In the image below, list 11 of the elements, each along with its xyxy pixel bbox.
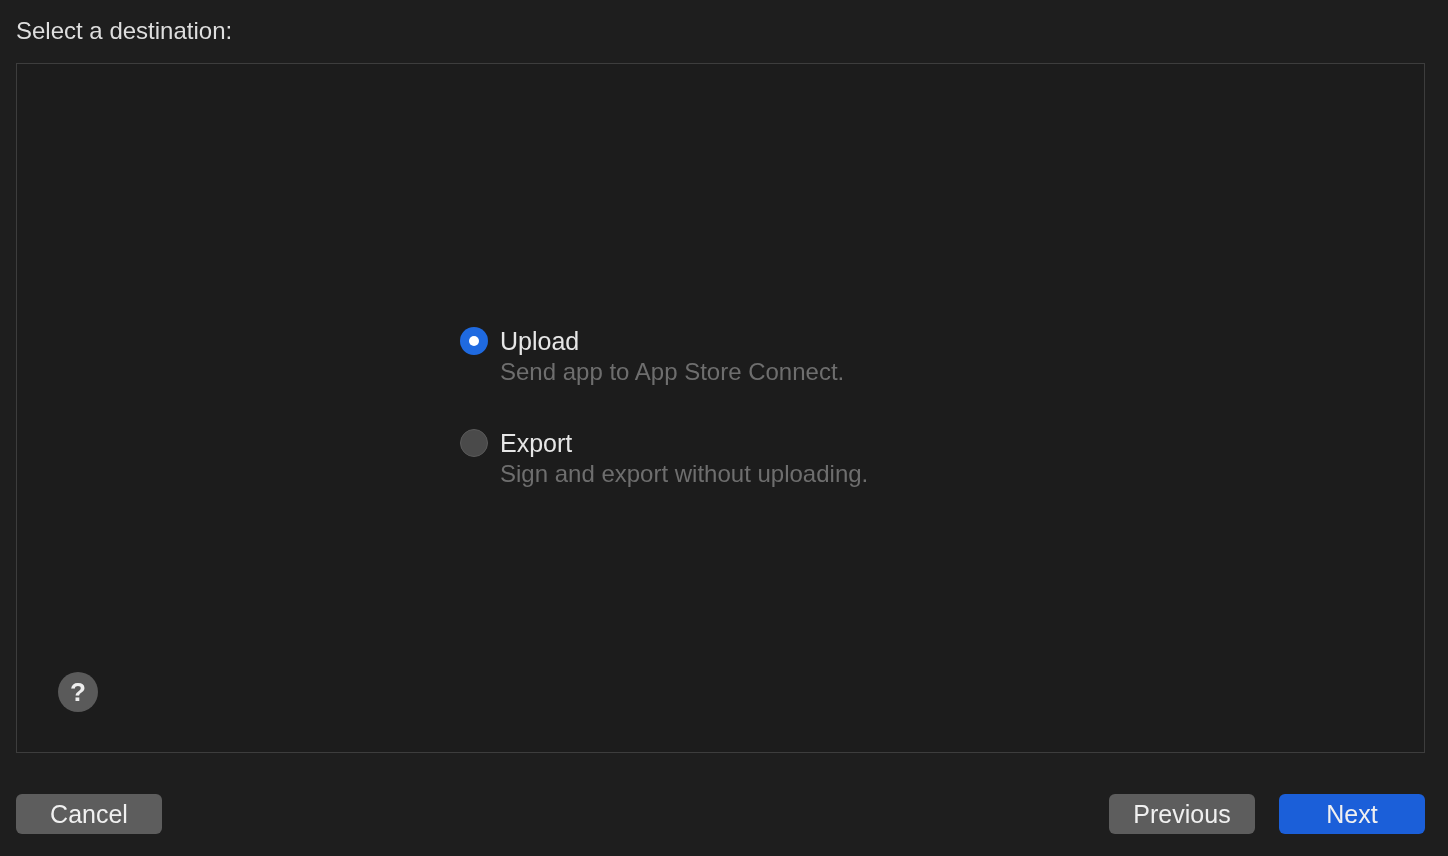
help-button[interactable]: ?: [58, 672, 98, 712]
option-description: Sign and export without uploading.: [500, 459, 870, 489]
radio-button[interactable]: [460, 327, 488, 355]
option-label: Export: [500, 428, 574, 458]
dialog-button[interactable]: Cancel: [16, 794, 162, 834]
dialog-title: Select a destination:: [16, 16, 234, 46]
option-label: Upload: [500, 326, 581, 356]
option-description: Send app to App Store Connect.: [500, 357, 846, 387]
radio-button[interactable]: [460, 429, 488, 457]
next-button[interactable]: Next: [1279, 794, 1425, 834]
dialog-button[interactable]: Previous: [1109, 794, 1255, 834]
